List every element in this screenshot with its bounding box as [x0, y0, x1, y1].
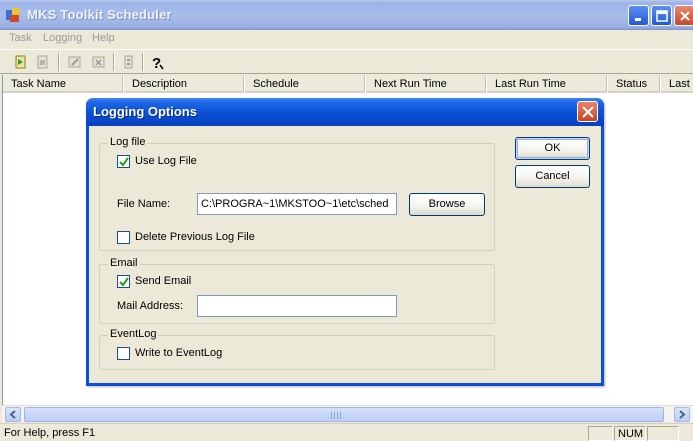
status-text: For Help, press F1: [4, 427, 96, 439]
close-icon: [680, 11, 690, 21]
maximize-button[interactable]: [651, 5, 672, 26]
status-pane-num: NUM: [614, 426, 646, 441]
column-header-status[interactable]: Status: [608, 75, 660, 93]
group-title-eventlog: EventLog: [108, 328, 159, 340]
edit-task-icon[interactable]: [66, 53, 84, 71]
scroll-right-button[interactable]: [674, 407, 690, 422]
arrow-right-icon: [679, 410, 686, 419]
menubar: Task Logging Help: [0, 30, 693, 48]
mail-address-input[interactable]: [197, 295, 397, 317]
group-eventlog: EventLog Write to EventLog: [99, 328, 495, 370]
dialog-close-button[interactable]: [577, 101, 598, 122]
toolbar: ?: [0, 49, 693, 74]
stop-task-icon[interactable]: [34, 53, 52, 71]
menu-logging[interactable]: Logging: [43, 32, 82, 44]
group-log-file: Log file Use Log File File Name: C:\PROG…: [99, 136, 495, 251]
group-title-email: Email: [108, 257, 140, 269]
file-name-label: File Name:: [117, 198, 171, 210]
window-title: MKS Toolkit Scheduler: [27, 7, 172, 22]
browse-button[interactable]: Browse: [409, 193, 485, 216]
help-icon[interactable]: ?: [148, 53, 166, 71]
toolbar-separator: [142, 53, 144, 71]
write-eventlog-checkbox[interactable]: [117, 347, 130, 360]
mail-address-label: Mail Address:: [117, 300, 184, 312]
column-header-task-name[interactable]: Task Name: [3, 75, 123, 93]
scroll-left-button[interactable]: [5, 407, 21, 422]
column-header-description[interactable]: Description: [124, 75, 244, 93]
close-button[interactable]: [674, 5, 693, 26]
ok-button[interactable]: OK: [515, 137, 590, 160]
toolbar-separator: [58, 53, 60, 71]
checkmark-icon: [119, 277, 129, 287]
arrow-left-icon: [9, 410, 16, 419]
minimize-button[interactable]: [628, 5, 649, 26]
group-email: Email Send Email Mail Address:: [99, 257, 495, 324]
minimize-icon: [635, 18, 641, 21]
menu-task[interactable]: Task: [9, 32, 32, 44]
checkmark-icon: [119, 157, 129, 167]
toolbar-separator: [113, 53, 115, 71]
file-name-input[interactable]: C:\PROGRA~1\MKSTOO~1\etc\sched: [197, 193, 397, 215]
logging-options-dialog: Logging Options Log file Use Log File Fi…: [86, 98, 604, 386]
cancel-button[interactable]: Cancel: [515, 165, 590, 188]
send-email-label: Send Email: [135, 275, 192, 287]
window-titlebar[interactable]: MKS Toolkit Scheduler: [0, 0, 693, 30]
dialog-title: Logging Options: [93, 104, 197, 119]
app-icon: [6, 8, 20, 22]
maximize-icon: [656, 10, 668, 22]
use-log-file-label: Use Log File: [135, 155, 197, 167]
delete-task-icon[interactable]: [90, 53, 108, 71]
column-header-last-run-time[interactable]: Last Run Time: [487, 75, 607, 93]
properties-icon[interactable]: [120, 53, 138, 71]
run-task-icon[interactable]: [12, 53, 30, 71]
send-email-checkbox[interactable]: [117, 275, 130, 288]
dialog-titlebar[interactable]: Logging Options: [86, 98, 604, 126]
delete-previous-log-checkbox[interactable]: [117, 231, 130, 244]
svg-text:?: ?: [152, 55, 161, 71]
menu-help[interactable]: Help: [92, 32, 115, 44]
scroll-grip: [331, 412, 341, 419]
status-pane-scroll: [647, 426, 679, 441]
status-pane-caps: [588, 426, 613, 441]
column-header-next-run-time[interactable]: Next Run Time: [366, 75, 486, 93]
write-eventlog-label: Write to EventLog: [135, 347, 223, 359]
group-title-log-file: Log file: [108, 136, 148, 148]
use-log-file-checkbox[interactable]: [117, 155, 130, 168]
scroll-thumb[interactable]: [24, 407, 664, 422]
horizontal-scrollbar[interactable]: [2, 405, 693, 422]
column-header-last-result[interactable]: Last R: [661, 75, 693, 93]
delete-previous-log-label: Delete Previous Log File: [135, 231, 255, 243]
close-icon: [582, 106, 594, 118]
statusbar: For Help, press F1 NUM: [0, 423, 693, 441]
column-header-schedule[interactable]: Schedule: [245, 75, 365, 93]
